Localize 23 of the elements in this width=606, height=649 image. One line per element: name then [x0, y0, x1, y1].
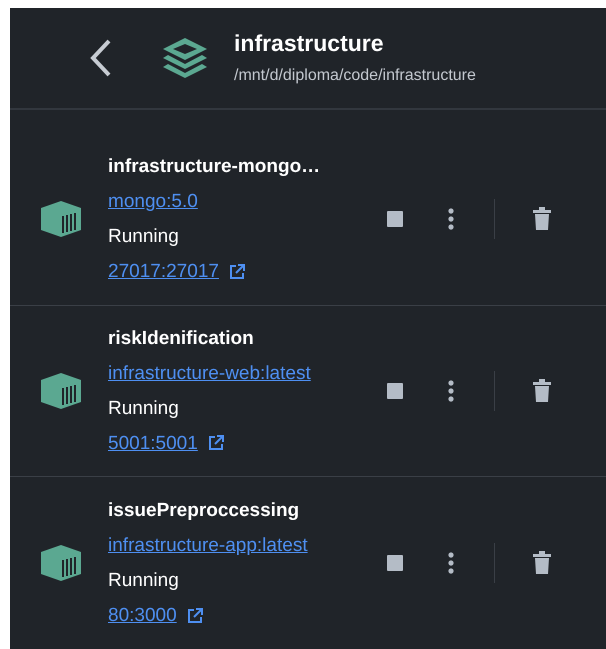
- image-link[interactable]: mongo:5.0: [108, 191, 198, 212]
- container-icon: [40, 544, 82, 582]
- container-status: Running: [108, 569, 180, 594]
- container-name: issuePreproccessing: [108, 499, 300, 524]
- container-status: Running: [108, 225, 180, 250]
- external-link-icon[interactable]: [228, 264, 245, 280]
- more-options-icon[interactable]: [448, 208, 454, 230]
- port-link[interactable]: 27017:27017: [108, 254, 219, 290]
- image-link[interactable]: infrastructure-app:latest: [108, 535, 308, 556]
- external-link-icon[interactable]: [186, 608, 203, 624]
- container-icon: [40, 372, 82, 410]
- container-name: riskIdenification: [108, 326, 255, 351]
- container-name: infrastructure-mongo…: [108, 155, 322, 180]
- project-title: infrastructure: [234, 30, 385, 58]
- project-path: /mnt/d/diploma/code/infrastructure: [234, 67, 476, 86]
- port-link[interactable]: 5001:5001: [108, 426, 198, 461]
- more-options-icon[interactable]: [448, 380, 454, 402]
- container-icon: [40, 200, 82, 238]
- container-status: Running: [108, 396, 180, 421]
- external-link-icon[interactable]: [208, 435, 224, 452]
- image-link[interactable]: infrastructure-web:latest: [108, 362, 311, 384]
- more-options-icon[interactable]: [448, 552, 454, 574]
- port-link[interactable]: 80:3000: [108, 598, 177, 634]
